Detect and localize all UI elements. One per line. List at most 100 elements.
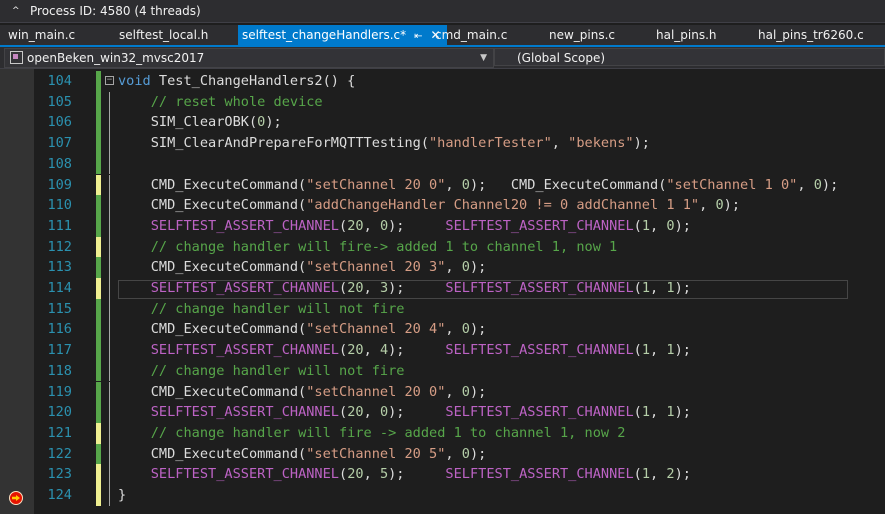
outline-rail xyxy=(109,485,110,506)
tab-hal-pins-h[interactable]: hal_pins.h xyxy=(656,25,717,45)
code-token: ); xyxy=(674,466,691,483)
outline-rail xyxy=(109,340,110,361)
line-number: 107 xyxy=(47,135,72,152)
change-tracking-bar xyxy=(96,133,101,154)
code-token: Test_ChangeHandlers2() { xyxy=(150,73,356,89)
code-token: , xyxy=(551,135,569,152)
change-tracking-bar xyxy=(96,112,101,134)
code-line[interactable]: 118 // change handler will not fire xyxy=(34,360,885,382)
tab-hal-pins-tr6260[interactable]: hal_pins_tr6260.c xyxy=(758,25,864,45)
code-text: // change handler will fire-> added 1 to… xyxy=(118,237,618,258)
code-token: 0 xyxy=(461,176,470,193)
code-line[interactable]: 123 SELFTEST_ASSERT_CHANNEL(20, 5); SELF… xyxy=(34,464,885,485)
code-token: "setChannel 1 0" xyxy=(666,176,798,193)
code-token: ); xyxy=(674,404,691,421)
code-token: , xyxy=(650,342,667,359)
code-line[interactable]: 119 CMD_ExecuteCommand("setChannel 20 0"… xyxy=(34,381,885,403)
code-line[interactable]: 108 xyxy=(34,153,885,175)
code-line[interactable]: 116 CMD_ExecuteCommand("setChannel 20 4"… xyxy=(34,319,885,341)
code-editor[interactable]: 104− void Test_ChangeHandlers2() {105 // … xyxy=(0,69,885,514)
code-text: CMD_ExecuteCommand("setChannel 20 3", 0)… xyxy=(118,257,487,278)
code-line[interactable]: 117 SELFTEST_ASSERT_CHANNEL(20, 4); SELF… xyxy=(34,340,885,361)
code-token: // reset whole device xyxy=(150,93,323,110)
line-number: 123 xyxy=(47,466,72,483)
change-tracking-bar xyxy=(96,91,101,113)
code-line[interactable]: 111 SELFTEST_ASSERT_CHANNEL(20, 0); SELF… xyxy=(34,215,885,237)
code-line[interactable]: 106 SIM_ClearOBK(0); xyxy=(34,112,885,134)
code-token: ( xyxy=(633,280,642,296)
outline-collapse-icon[interactable]: − xyxy=(105,76,114,85)
tab-new-pins[interactable]: new_pins.c xyxy=(549,25,615,45)
outline-rail xyxy=(109,298,110,320)
code-token: ); xyxy=(469,259,487,276)
code-line[interactable]: 122 CMD_ExecuteCommand("setChannel 20 5"… xyxy=(34,443,885,465)
code-line[interactable]: 112 // change handler will fire-> added … xyxy=(34,236,885,258)
code-line[interactable]: 115 // change handler will not fire xyxy=(34,298,885,320)
outline-rail xyxy=(109,422,110,444)
code-token: ); xyxy=(388,217,446,234)
outline-rail xyxy=(109,319,110,341)
line-number: 122 xyxy=(47,445,72,462)
code-line[interactable]: 104 − void Test_ChangeHandlers2() { xyxy=(34,71,885,92)
tab-selftest-local[interactable]: selftest_local.h xyxy=(119,25,208,45)
code-token: , xyxy=(363,217,380,234)
project-dropdown[interactable]: openBeken_win32_mvsc2017 ▼ xyxy=(4,48,494,68)
code-token: , xyxy=(445,321,462,338)
line-number: 110 xyxy=(47,197,72,214)
tab-selftest-changehandlers[interactable]: selftest_changeHandlers.c* ⇤ ✕ xyxy=(238,25,447,45)
code-token: 1 xyxy=(666,404,675,421)
code-token: , xyxy=(650,404,667,421)
code-token: ( xyxy=(633,342,642,359)
code-line[interactable]: 114 SELFTEST_ASSERT_CHANNEL(20, 3); SELF… xyxy=(34,278,885,299)
code-token: , xyxy=(363,280,380,296)
outline-rail xyxy=(109,91,110,113)
line-number: 105 xyxy=(47,93,72,110)
scope-dropdown[interactable]: (Global Scope) xyxy=(494,48,885,66)
tab-cmd-main[interactable]: cmd_main.c xyxy=(435,25,507,45)
code-token: 3 xyxy=(379,280,389,296)
outline-rail xyxy=(109,464,110,485)
code-token: void xyxy=(118,73,151,89)
code-line[interactable]: 113 CMD_ExecuteCommand("setChannel 20 3"… xyxy=(34,257,885,278)
breakpoint-current-statement-icon[interactable] xyxy=(9,491,23,505)
code-token: ); xyxy=(388,404,446,421)
code-token: SELFTEST_ASSERT_CHANNEL xyxy=(445,466,634,483)
collapse-caret-icon[interactable]: ^ xyxy=(12,0,20,22)
code-token: ); xyxy=(633,135,650,152)
code-token: , xyxy=(445,176,462,193)
tab-label: win_main.c xyxy=(8,28,76,42)
code-token: CMD_ExecuteCommand( xyxy=(118,383,307,400)
code-token: SELFTEST_ASSERT_CHANNEL xyxy=(445,342,634,359)
code-token: SELFTEST_ASSERT_CHANNEL xyxy=(150,342,339,359)
code-line[interactable]: 110 CMD_ExecuteCommand("addChangeHandler… xyxy=(34,195,885,216)
chevron-down-icon: ▼ xyxy=(480,53,487,63)
code-token: ); xyxy=(388,466,446,483)
code-token: "setChannel 20 5" xyxy=(306,445,446,462)
code-token: CMD_ExecuteCommand( xyxy=(118,197,307,214)
document-tab-strip: win_main.c selftest_local.h selftest_cha… xyxy=(0,25,885,47)
code-token: 20 xyxy=(347,280,364,296)
line-number: 114 xyxy=(47,280,72,296)
tab-win-main[interactable]: win_main.c xyxy=(8,25,75,45)
change-tracking-bar xyxy=(96,443,101,465)
code-token: 20 xyxy=(347,466,364,483)
outline-rail xyxy=(109,257,110,278)
code-line[interactable]: 107 SIM_ClearAndPrepareForMQTTTesting("h… xyxy=(34,133,885,154)
glyph-margin[interactable] xyxy=(0,69,34,514)
code-token: CMD_ExecuteCommand( xyxy=(118,259,307,276)
code-line[interactable]: 120 SELFTEST_ASSERT_CHANNEL(20, 0); SELF… xyxy=(34,402,885,423)
pin-icon[interactable]: ⇤ xyxy=(414,31,422,42)
code-line[interactable]: 105 // reset whole device xyxy=(34,91,885,113)
code-line[interactable]: 109 CMD_ExecuteCommand("setChannel 20 0"… xyxy=(34,174,885,196)
code-token: , xyxy=(797,176,814,193)
code-token: 0 xyxy=(715,197,724,214)
code-line[interactable]: 121 // change handler will fire -> added… xyxy=(34,422,885,444)
outline-rail xyxy=(109,360,110,382)
code-token: 1 xyxy=(641,466,651,483)
change-tracking-bar xyxy=(96,257,101,278)
code-line[interactable]: 124} xyxy=(34,485,885,506)
code-token: 0 xyxy=(379,217,389,234)
